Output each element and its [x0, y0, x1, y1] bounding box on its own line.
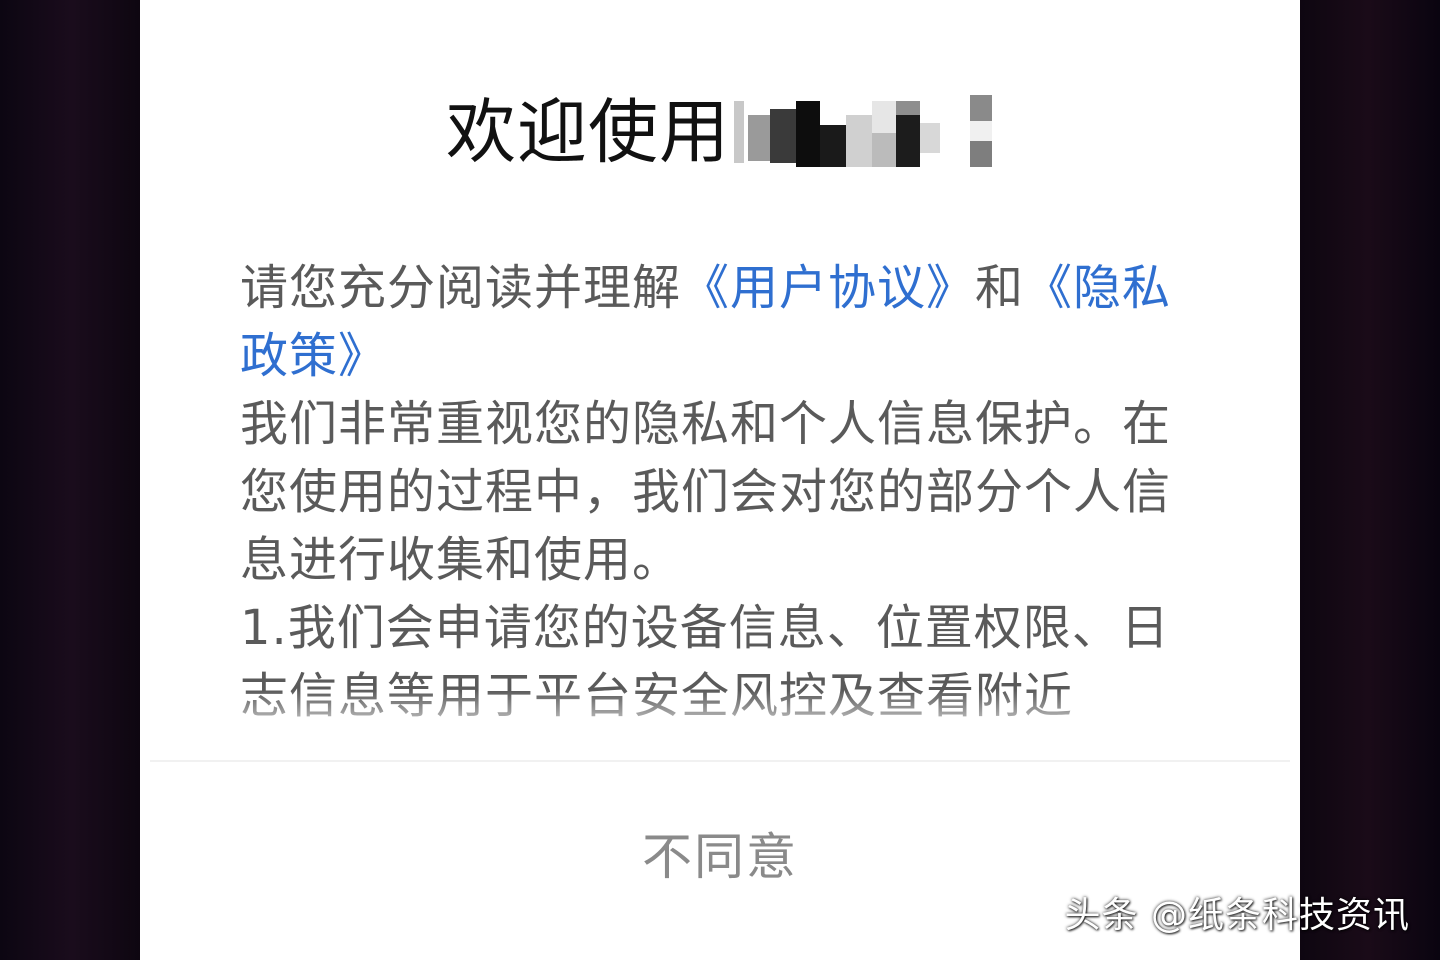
intro-paragraph: 请您充分阅读并理解《用户协议》和《隐私政策》 — [240, 254, 1180, 390]
watermark-text: 头条 @纸条科技资讯 — [1064, 895, 1410, 936]
conjunction-text: 和 — [975, 260, 1025, 316]
button-divider — [150, 760, 1290, 762]
disagree-button[interactable]: 不同意 — [140, 822, 1300, 892]
censored-app-name — [734, 94, 994, 169]
dialog-body: 请您充分阅读并理解《用户协议》和《隐私政策》 我们非常重视您的隐私和个人信息保护… — [240, 254, 1180, 744]
privacy-statement-paragraph: 我们非常重视您的隐私和个人信息保护。在您使用的过程中，我们会对您的部分个人信息进… — [240, 396, 1172, 588]
intro-prefix: 请您充分阅读并理解 — [240, 260, 682, 316]
user-agreement-link[interactable]: 《用户协议》 — [681, 260, 975, 316]
privacy-consent-dialog: 欢迎使用 请您充分阅读并理解《用户协议》和《隐私政策》 我们非常重视您的隐私和个… — [140, 0, 1300, 960]
scroll-fade-overlay — [140, 690, 1300, 760]
dialog-title: 欢迎使用 — [140, 82, 1300, 177]
dialog-title-text: 欢迎使用 — [446, 90, 730, 173]
